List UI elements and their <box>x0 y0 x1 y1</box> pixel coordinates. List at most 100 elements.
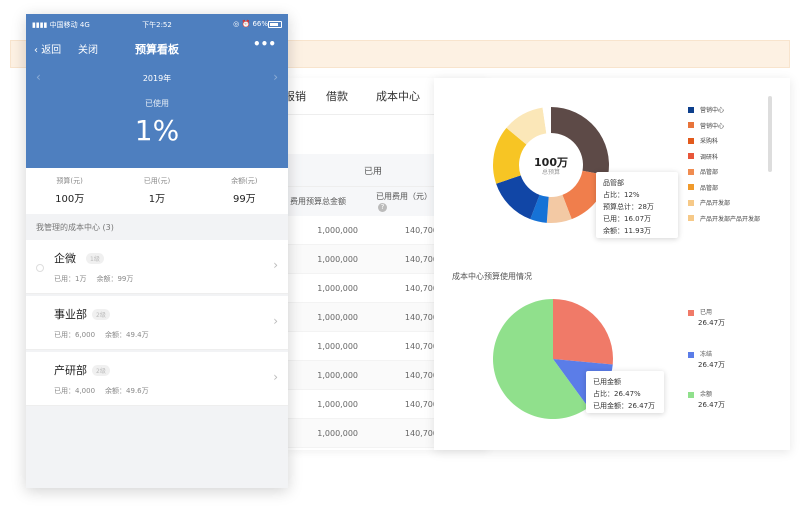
legend-label: 冻结 <box>700 351 713 358</box>
budget-stats: 预算(元) 100万 已用(元) 1万 余额(元) 99万 <box>26 168 288 214</box>
select-radio[interactable] <box>36 264 44 272</box>
battery-icon <box>268 21 282 28</box>
legend-label: 余额 <box>700 391 713 398</box>
level-badge: 2级 <box>92 365 110 376</box>
remain-value: 99万 <box>117 275 134 283</box>
legend-item[interactable]: 品管部 <box>688 164 760 180</box>
legend-item[interactable]: 冻结 26.47万 <box>688 349 725 370</box>
legend-item[interactable]: 产品开发部 <box>688 195 760 211</box>
cost-center-item[interactable]: 事业部 2级 已用：6,000 余额：49.4万 › <box>26 296 288 350</box>
legend-label: 品管部 <box>700 169 719 177</box>
legend-label: 品管部 <box>700 184 719 192</box>
nav-bar: ‹ 返回 关闭 预算看板 ••• <box>26 37 288 59</box>
chevron-right-icon: › <box>273 314 278 328</box>
legend-label: 已用 <box>700 309 713 316</box>
legend-swatch <box>688 184 694 191</box>
tooltip-line: 已用金额：26.47万 <box>593 402 656 410</box>
battery-text: 66% <box>252 20 268 28</box>
tooltip-line: 余额：11.93万 <box>603 227 652 235</box>
remain-label: 余额： <box>105 331 127 339</box>
stat-value: 100万 <box>55 194 85 205</box>
cost-center-item[interactable]: 产研部 2级 已用：4,000 余额：49.6万 › <box>26 352 288 406</box>
budget-header: ▮▮▮▮ 中国移动 4G 下午2:52 ◎ ⏰ 66% ‹ 返回 关闭 预算看板… <box>26 14 288 168</box>
year-selector: ‹ 2019年 › <box>26 70 288 88</box>
used-label: 已用： <box>54 331 75 339</box>
usage-tooltip: 已用金额 占比：26.47% 已用金额：26.47万 <box>586 371 664 413</box>
legend-swatch <box>688 168 694 175</box>
next-year-button[interactable]: › <box>273 70 278 84</box>
year-label: 2019年 <box>142 74 172 83</box>
tooltip-line: 占比：26.47% <box>593 390 641 398</box>
legend-label: 产品开发部 <box>700 200 731 208</box>
used-value: 6,000 <box>75 331 96 339</box>
stat-label: 余额(元) <box>231 177 258 185</box>
item-meta: 已用：1万 余额：99万 <box>54 274 133 284</box>
item-meta: 已用：6,000 余额：49.4万 <box>54 330 149 340</box>
legend-swatch <box>688 122 694 129</box>
legend-swatch <box>688 391 694 398</box>
donut-center-label: 总预算 <box>541 169 560 176</box>
legend-swatch <box>688 106 694 113</box>
pie-slice[interactable] <box>553 299 613 365</box>
stat-label: 预算(元) <box>56 177 83 185</box>
remain-value: 49.6万 <box>126 387 149 395</box>
battery-percent: ◎ ⏰ 66% <box>233 20 268 28</box>
legend-item[interactable]: 营销中心 <box>688 102 760 118</box>
legend-swatch <box>688 351 694 358</box>
stat-remain: 余额(元) 99万 <box>201 168 288 214</box>
legend-label: 营销中心 <box>700 122 725 130</box>
legend-swatch <box>688 153 694 160</box>
tooltip-line: 占比：12% <box>603 191 640 199</box>
used-value: 4,000 <box>75 387 96 395</box>
legend-swatch <box>688 309 694 316</box>
usage-chart-title: 成本中心预算使用情况 <box>452 272 532 281</box>
legend-swatch <box>688 199 694 206</box>
legend-item[interactable]: 营销中心 <box>688 118 760 134</box>
item-name: 事业部 <box>54 308 87 321</box>
stat-budget: 预算(元) 100万 <box>26 168 113 214</box>
tooltip-title: 品管部 <box>603 179 624 187</box>
remain-value: 49.4万 <box>126 331 149 339</box>
tooltip-line: 预算总计：28万 <box>603 203 654 211</box>
item-name: 企微 <box>54 252 76 265</box>
used-value: 1万 <box>75 275 87 283</box>
legend-swatch <box>688 137 694 144</box>
page-title: 预算看板 <box>135 43 179 56</box>
donut-tooltip: 品管部 占比：12% 预算总计：28万 已用：16.07万 余额：11.93万 <box>596 172 678 238</box>
legend-item[interactable]: 已用 26.47万 <box>688 307 725 328</box>
legend-value: 26.47万 <box>698 401 726 409</box>
item-name: 产研部 <box>54 364 87 377</box>
legend-label: 营销中心 <box>700 107 725 115</box>
alarm-icon: ◎ ⏰ <box>233 20 251 28</box>
tooltip-title: 已用金额 <box>593 378 621 386</box>
used-label: 已使用 <box>145 99 169 108</box>
cost-center-item[interactable]: 企微 1级 已用：1万 余额：99万 › <box>26 240 288 294</box>
tooltip-line: 已用：16.07万 <box>603 215 652 223</box>
used-percent: 1% <box>134 114 180 147</box>
legend-label: 调研科 <box>700 153 719 161</box>
legend-item[interactable]: 产品开发部产品开发部 <box>688 211 760 227</box>
more-menu-button[interactable]: ••• <box>253 37 276 51</box>
chevron-right-icon: › <box>273 370 278 384</box>
legend-scrollbar[interactable] <box>768 96 772 172</box>
stat-used: 已用(元) 1万 <box>113 168 200 214</box>
screenshot-stage: 报销 借款 成本中心 已用 费用预算总金额 已用费用（元）? 1,000,000… <box>0 0 800 508</box>
mobile-app-screen: ▮▮▮▮ 中国移动 4G 下午2:52 ◎ ⏰ 66% ‹ 返回 关闭 预算看板… <box>26 14 288 488</box>
legend-value: 26.47万 <box>698 361 726 369</box>
stat-label: 已用(元) <box>143 177 171 185</box>
legend-item[interactable]: 调研科 <box>688 149 760 165</box>
legend-item[interactable]: 品管部 <box>688 180 760 196</box>
remain-label: 余额： <box>105 387 127 395</box>
level-badge: 2级 <box>92 309 110 320</box>
legend-value: 26.47万 <box>698 319 726 327</box>
legend-label: 产品开发部产品开发部 <box>700 215 761 223</box>
legend-swatch <box>688 215 694 222</box>
used-label: 已用： <box>54 275 75 283</box>
legend-item[interactable]: 余额 26.47万 <box>688 389 725 410</box>
used-label: 已用： <box>54 387 75 395</box>
level-badge: 1级 <box>86 253 104 264</box>
donut-legend: 营销中心 营销中心 采购科 调研科 品管部 品管部 产品开发部 产品开发部产品开发部 <box>688 102 760 226</box>
legend-item[interactable]: 采购科 <box>688 133 760 149</box>
stat-value: 99万 <box>232 194 256 205</box>
legend-label: 采购科 <box>700 138 719 146</box>
